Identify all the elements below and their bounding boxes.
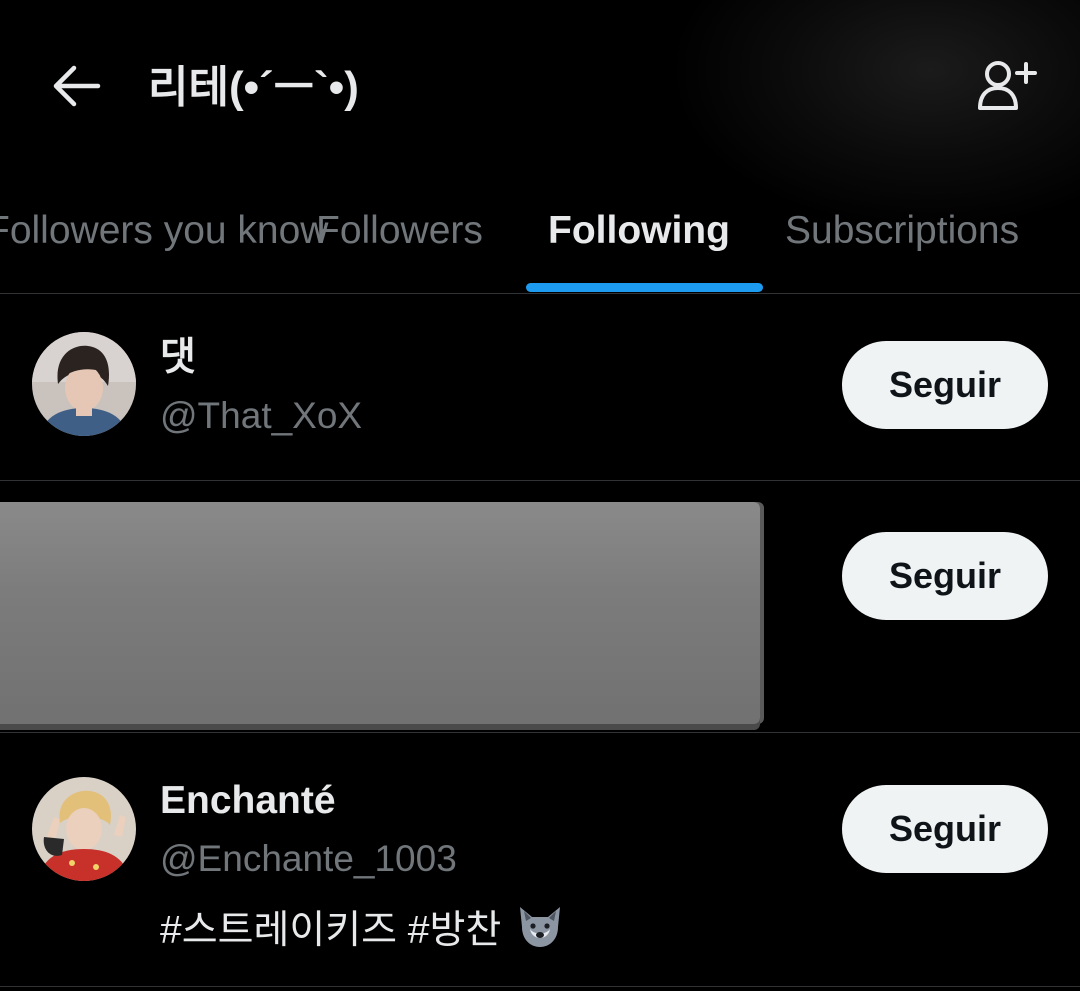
back-button[interactable] bbox=[44, 58, 108, 114]
user-handle: @Enchante_1003 bbox=[160, 838, 457, 879]
active-tab-indicator bbox=[526, 283, 763, 292]
display-name: Enchanté bbox=[160, 779, 336, 822]
divider bbox=[0, 986, 1080, 987]
add-user-button[interactable] bbox=[968, 52, 1048, 120]
page-title: 리테(•´ㅡ`•) bbox=[148, 63, 359, 112]
avatar[interactable] bbox=[32, 777, 136, 881]
following-screen: 리테(•´ㅡ`•) Followers you know Followers F… bbox=[0, 0, 1080, 991]
arrow-left-icon bbox=[53, 65, 101, 107]
tab-subscriptions[interactable]: Subscriptions bbox=[785, 205, 1019, 257]
display-name: 댓 bbox=[160, 336, 196, 379]
follow-button[interactable]: Seguir bbox=[842, 341, 1048, 429]
bio-text: #스트레이키즈 #방찬 bbox=[160, 908, 502, 952]
avatar-photo bbox=[32, 332, 136, 436]
follow-button[interactable]: Seguir bbox=[842, 532, 1048, 620]
wolf-face-icon bbox=[516, 903, 564, 962]
follow-button[interactable]: Seguir bbox=[842, 785, 1048, 873]
tab-followers[interactable]: Followers bbox=[316, 205, 483, 257]
avatar[interactable] bbox=[32, 332, 136, 436]
tab-bar: Followers you know Followers Following S… bbox=[0, 175, 1080, 293]
user-row[interactable]: Enchanté @Enchante_1003 Seguir #스트레이키즈 #… bbox=[0, 733, 1080, 991]
user-row[interactable]: 댓 @That_XoX Seguir bbox=[0, 294, 1080, 480]
tab-following[interactable]: Following bbox=[548, 205, 730, 257]
avatar-photo bbox=[32, 777, 136, 881]
person-add-icon bbox=[978, 61, 1037, 110]
user-bio: #스트레이키즈 #방찬 bbox=[160, 903, 564, 962]
redaction-overlay bbox=[0, 502, 760, 724]
user-handle: @That_XoX bbox=[160, 395, 363, 436]
tab-followers-you-know[interactable]: Followers you know bbox=[0, 205, 328, 257]
top-app-bar: 리테(•´ㅡ`•) bbox=[0, 0, 1080, 175]
